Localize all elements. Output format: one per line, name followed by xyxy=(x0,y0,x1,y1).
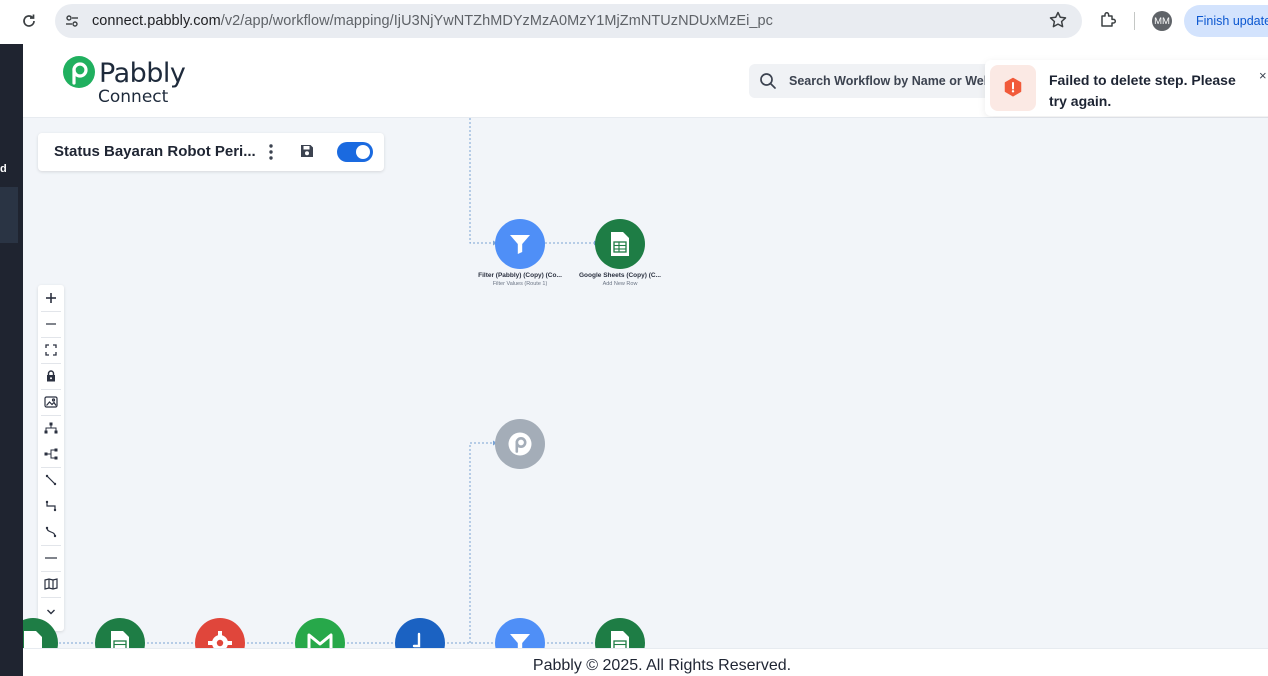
clock-hand-icon xyxy=(412,632,421,648)
toast-icon-container xyxy=(990,65,1036,111)
pabbly-router-icon xyxy=(508,432,532,456)
image-export-icon[interactable] xyxy=(38,389,64,415)
node-title: Filter (Pabbly) (Copy) (Co... xyxy=(478,272,562,279)
copyright-text: Pabbly © 2025. All Rights Reserved. xyxy=(532,657,792,674)
google-sheets-icon xyxy=(24,631,42,648)
lock-icon[interactable] xyxy=(38,363,64,389)
url-host: connect.pabbly.com xyxy=(92,13,221,29)
google-sheets-copy-node[interactable] xyxy=(595,219,645,269)
step-connector-icon[interactable] xyxy=(38,493,64,519)
straight-connector-icon[interactable] xyxy=(38,467,64,493)
fit-view-icon[interactable] xyxy=(38,337,64,363)
partial-text: d xyxy=(0,163,7,175)
toggle-knob xyxy=(356,145,370,159)
pabbly-connect-logo[interactable]: Pabbly Connect xyxy=(63,54,193,110)
connector-line xyxy=(469,118,493,244)
finish-update-button[interactable]: Finish update xyxy=(1184,5,1268,37)
error-toast: Failed to delete step. Please try again.… xyxy=(985,60,1268,116)
connector-lines xyxy=(23,118,623,644)
toast-message: Failed to delete step. Please try again. xyxy=(1049,72,1236,109)
line-icon[interactable] xyxy=(38,545,64,571)
logo-subtitle: Connect xyxy=(98,87,169,107)
google-sheets-icon xyxy=(611,232,629,256)
save-icon[interactable] xyxy=(299,143,317,161)
google-sheets-icon xyxy=(611,631,629,648)
more-options-icon[interactable] xyxy=(264,142,278,162)
workflow-title[interactable]: Status Bayaran Robot Peri... xyxy=(54,143,256,160)
zoom-in-icon[interactable] xyxy=(38,285,64,311)
workflow-enable-toggle[interactable] xyxy=(337,142,373,162)
browser-toolbar: connect.pabbly.com/v2/app/workflow/mappi… xyxy=(0,0,1268,44)
horizontal-layout-icon[interactable] xyxy=(38,441,64,467)
workflow-title-card: Status Bayaran Robot Peri... xyxy=(38,133,384,171)
page-footer: Pabbly © 2025. All Rights Reserved. xyxy=(23,648,1268,676)
zoom-out-icon[interactable] xyxy=(38,311,64,337)
mail-icon xyxy=(307,633,333,648)
filter-copy-node[interactable] xyxy=(495,219,545,269)
bookmark-star-icon[interactable] xyxy=(1048,10,1068,30)
background-nav-highlight xyxy=(0,187,18,243)
google-sheets-icon xyxy=(111,631,129,648)
smooth-connector-icon[interactable] xyxy=(38,519,64,545)
vertical-layout-icon[interactable] xyxy=(38,415,64,441)
connector-line xyxy=(469,442,493,643)
canvas-toolbar xyxy=(38,285,64,631)
reload-icon[interactable] xyxy=(18,10,40,32)
logo-word: Pabbly xyxy=(99,58,186,89)
address-bar[interactable]: connect.pabbly.com/v2/app/workflow/mappi… xyxy=(55,4,1082,38)
filter-icon xyxy=(510,235,530,254)
toolbar-divider xyxy=(41,597,61,598)
minimap-icon[interactable] xyxy=(38,571,64,597)
search-icon xyxy=(759,72,777,90)
node-subtitle: Filter Values (Route 1) xyxy=(492,281,548,287)
workflow-search xyxy=(749,64,999,98)
background-window-edge: d xyxy=(0,44,23,676)
node-subtitle: Add New Row xyxy=(602,281,638,287)
node-title: Google Sheets (Copy) (C... xyxy=(579,272,661,279)
toolbar-divider xyxy=(1134,12,1135,30)
pabbly-logo-icon xyxy=(63,56,95,88)
url-path: /v2/app/workflow/mapping/IjU3NjYwNTZhMDY… xyxy=(220,13,773,29)
gear-icon xyxy=(208,631,232,648)
search-input[interactable] xyxy=(789,69,994,93)
filter-icon xyxy=(510,634,530,648)
url-text[interactable]: connect.pabbly.com/v2/app/workflow/mappi… xyxy=(92,13,773,29)
toast-close-icon[interactable]: × xyxy=(1259,68,1268,83)
extensions-puzzle-icon[interactable] xyxy=(1098,10,1118,30)
workflow-canvas[interactable]: Status Bayaran Robot Peri... Filter (Pab… xyxy=(23,118,1268,648)
router-node[interactable] xyxy=(495,419,545,469)
site-settings-icon[interactable] xyxy=(62,11,82,31)
profile-avatar[interactable]: MM xyxy=(1152,11,1172,31)
error-icon xyxy=(1004,77,1022,97)
